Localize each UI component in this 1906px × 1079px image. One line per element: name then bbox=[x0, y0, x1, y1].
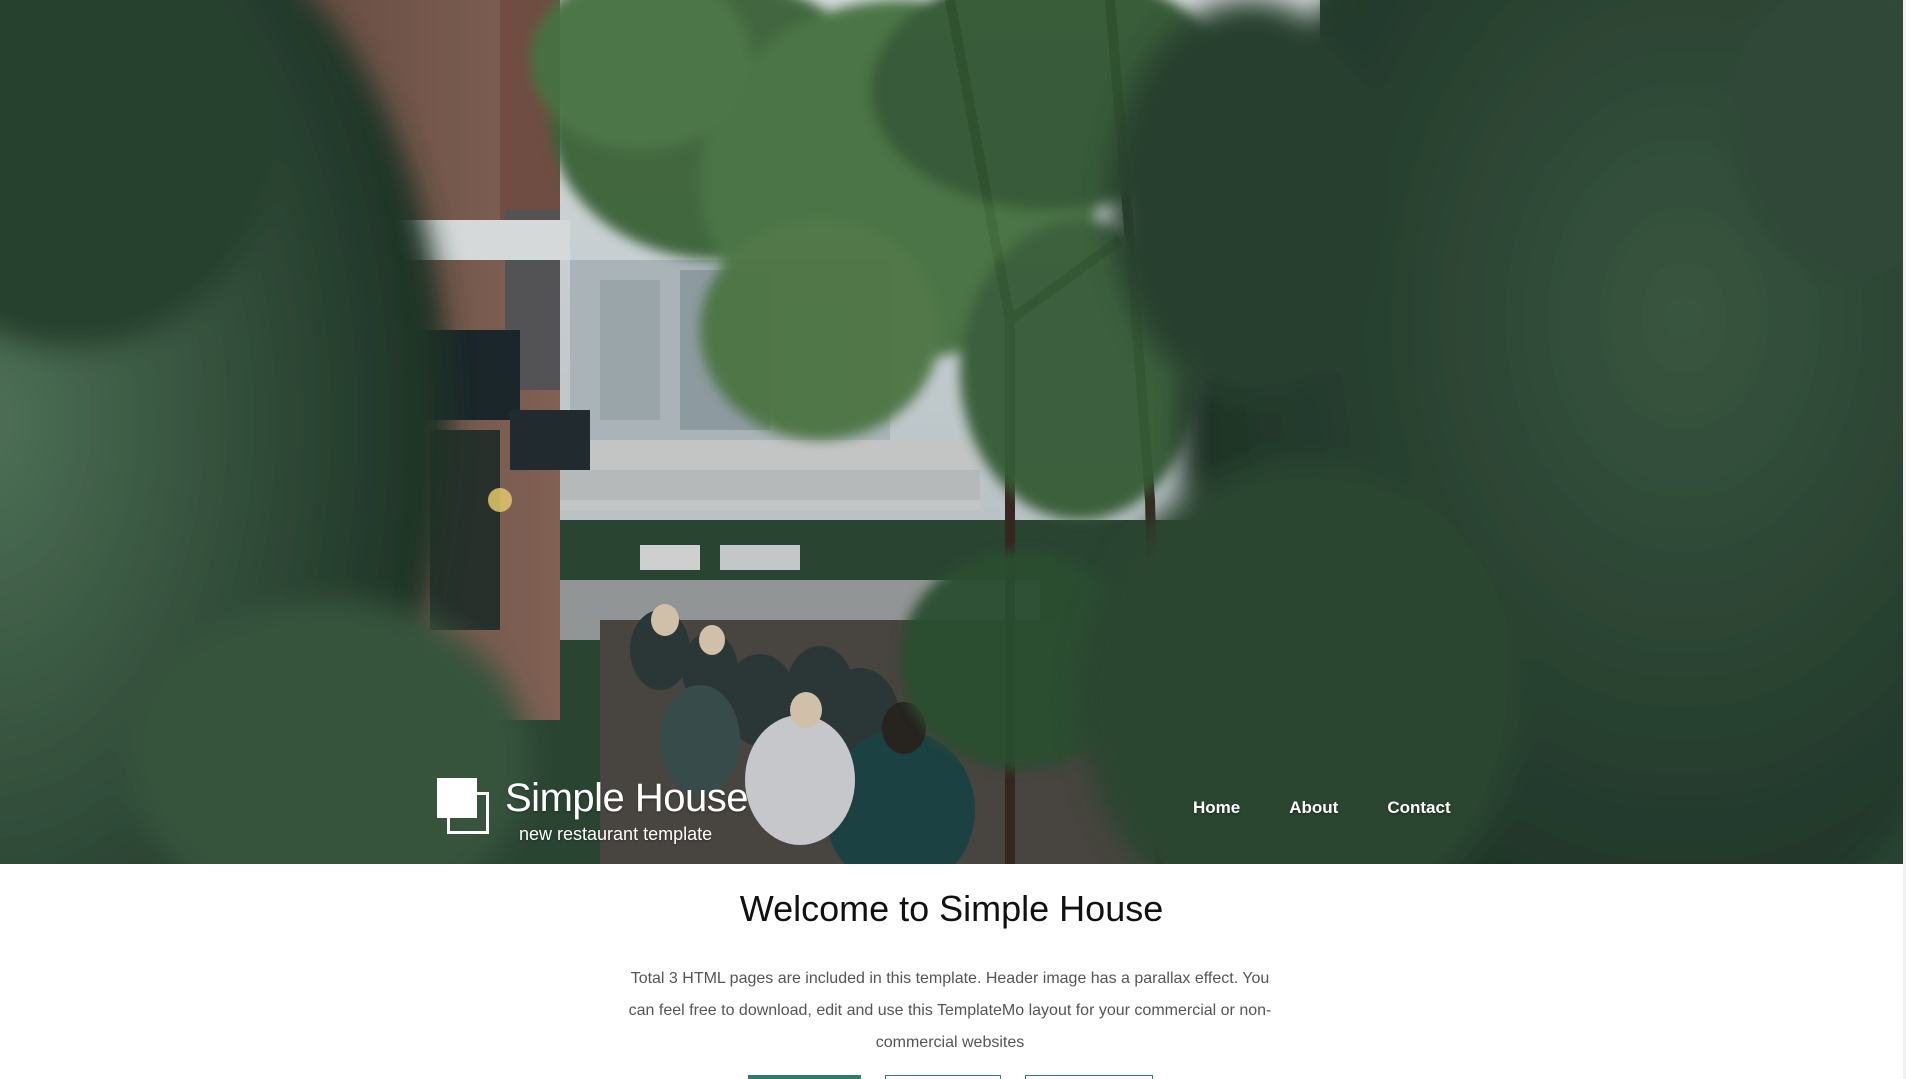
overlapping-squares-icon bbox=[437, 778, 489, 838]
welcome-heading: Welcome to Simple House bbox=[739, 888, 1164, 929]
menu-tabs bbox=[0, 1075, 1903, 1079]
nav-link-home[interactable]: Home bbox=[1193, 798, 1240, 818]
menu-tab-3[interactable] bbox=[1025, 1075, 1153, 1079]
welcome-description: Total 3 HTML pages are included in this … bbox=[628, 970, 1272, 1051]
hero-background-image bbox=[0, 0, 1903, 864]
nav-link-about[interactable]: About bbox=[1289, 798, 1338, 818]
menu-tab-2[interactable] bbox=[885, 1075, 1001, 1079]
hero-header: Simple House new restaurant template Hom… bbox=[0, 0, 1903, 864]
main-nav: Home About Contact bbox=[1193, 798, 1500, 818]
site-title: Simple House bbox=[505, 776, 749, 820]
nav-link-contact[interactable]: Contact bbox=[1387, 798, 1450, 818]
menu-tab-1[interactable] bbox=[748, 1075, 861, 1079]
brand-text: Simple House new restaurant template bbox=[505, 776, 749, 845]
site-tagline: new restaurant template bbox=[519, 824, 713, 844]
site-brand[interactable]: Simple House new restaurant template bbox=[437, 776, 749, 845]
